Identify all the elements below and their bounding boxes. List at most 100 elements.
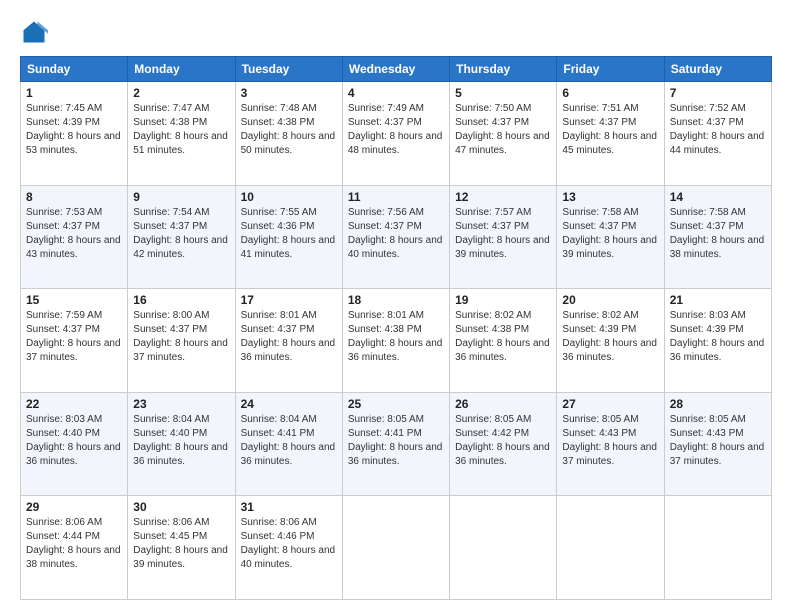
day-info: Sunrise: 8:05 AMSunset: 4:41 PMDaylight:… <box>348 414 443 467</box>
calendar-table: SundayMondayTuesdayWednesdayThursdayFrid… <box>20 56 772 600</box>
day-number: 17 <box>241 293 337 307</box>
calendar-cell <box>664 496 771 600</box>
calendar-cell <box>342 496 449 600</box>
day-info: Sunrise: 8:04 AMSunset: 4:40 PMDaylight:… <box>133 414 228 467</box>
calendar-cell: 13Sunrise: 7:58 AMSunset: 4:37 PMDayligh… <box>557 185 664 289</box>
calendar-cell: 15 Sunrise: 7:59 AMSunset: 4:37 PMDayligh… <box>21 289 128 393</box>
weekday-header-sunday: Sunday <box>21 57 128 82</box>
calendar-cell: 4 Sunrise: 7:49 AMSunset: 4:37 PMDaylight… <box>342 82 449 186</box>
day-info: Sunrise: 8:01 AMSunset: 4:37 PMDaylight:… <box>241 310 336 363</box>
day-info: Sunrise: 8:05 AMSunset: 4:43 PMDaylight:… <box>670 414 765 467</box>
day-info: Sunrise: 8:02 AMSunset: 4:39 PMDaylight:… <box>562 310 657 363</box>
logo-icon <box>20 18 48 46</box>
calendar-cell: 2 Sunrise: 7:47 AMSunset: 4:38 PMDaylight… <box>128 82 235 186</box>
calendar-cell: 12 Sunrise: 7:57 AMSunset: 4:37 PMDayligh… <box>450 185 557 289</box>
day-info: Sunrise: 7:59 AMSunset: 4:37 PMDaylight:… <box>26 310 121 363</box>
day-info: Sunrise: 8:02 AMSunset: 4:38 PMDaylight:… <box>455 310 550 363</box>
calendar-cell: 27Sunrise: 8:05 AMSunset: 4:43 PMDayligh… <box>557 392 664 496</box>
day-info: Sunrise: 8:00 AMSunset: 4:37 PMDaylight:… <box>133 310 228 363</box>
calendar-cell <box>450 496 557 600</box>
day-info: Sunrise: 8:05 AMSunset: 4:42 PMDaylight:… <box>455 414 550 467</box>
weekday-header-saturday: Saturday <box>664 57 771 82</box>
calendar-cell: 24 Sunrise: 8:04 AMSunset: 4:41 PMDayligh… <box>235 392 342 496</box>
calendar-cell: 17 Sunrise: 8:01 AMSunset: 4:37 PMDayligh… <box>235 289 342 393</box>
day-number: 1 <box>26 86 122 100</box>
day-info: Sunrise: 7:57 AMSunset: 4:37 PMDaylight:… <box>455 207 550 260</box>
day-info: Sunrise: 8:06 AMSunset: 4:44 PMDaylight:… <box>26 517 121 570</box>
weekday-header-tuesday: Tuesday <box>235 57 342 82</box>
weekday-header-wednesday: Wednesday <box>342 57 449 82</box>
calendar-cell <box>557 496 664 600</box>
calendar-cell: 6Sunrise: 7:51 AMSunset: 4:37 PMDaylight… <box>557 82 664 186</box>
calendar-cell: 19Sunrise: 8:02 AMSunset: 4:38 PMDayligh… <box>450 289 557 393</box>
day-number: 11 <box>348 190 444 204</box>
day-number: 16 <box>133 293 229 307</box>
day-number: 18 <box>348 293 444 307</box>
day-number: 2 <box>133 86 229 100</box>
day-number: 6 <box>562 86 658 100</box>
day-number: 8 <box>26 190 122 204</box>
calendar-cell: 30 Sunrise: 8:06 AMSunset: 4:45 PMDayligh… <box>128 496 235 600</box>
calendar-cell: 10Sunrise: 7:55 AMSunset: 4:36 PMDayligh… <box>235 185 342 289</box>
page: SundayMondayTuesdayWednesdayThursdayFrid… <box>0 0 792 612</box>
weekday-header-row: SundayMondayTuesdayWednesdayThursdayFrid… <box>21 57 772 82</box>
day-info: Sunrise: 8:03 AMSunset: 4:39 PMDaylight:… <box>670 310 765 363</box>
day-number: 29 <box>26 500 122 514</box>
calendar-cell: 14 Sunrise: 7:58 AMSunset: 4:37 PMDayligh… <box>664 185 771 289</box>
day-info: Sunrise: 8:06 AMSunset: 4:46 PMDaylight:… <box>241 517 336 570</box>
day-number: 27 <box>562 397 658 411</box>
day-number: 31 <box>241 500 337 514</box>
day-number: 5 <box>455 86 551 100</box>
calendar-cell: 26 Sunrise: 8:05 AMSunset: 4:42 PMDayligh… <box>450 392 557 496</box>
day-number: 23 <box>133 397 229 411</box>
week-row-2: 8 Sunrise: 7:53 AMSunset: 4:37 PMDaylight… <box>21 185 772 289</box>
day-number: 22 <box>26 397 122 411</box>
day-info: Sunrise: 7:58 AMSunset: 4:37 PMDaylight:… <box>670 207 765 260</box>
day-info: Sunrise: 7:53 AMSunset: 4:37 PMDaylight:… <box>26 207 121 260</box>
day-info: Sunrise: 7:55 AMSunset: 4:36 PMDaylight:… <box>241 207 336 260</box>
calendar-cell: 8 Sunrise: 7:53 AMSunset: 4:37 PMDaylight… <box>21 185 128 289</box>
day-number: 28 <box>670 397 766 411</box>
day-number: 25 <box>348 397 444 411</box>
day-info: Sunrise: 8:01 AMSunset: 4:38 PMDaylight:… <box>348 310 443 363</box>
day-number: 15 <box>26 293 122 307</box>
day-info: Sunrise: 8:03 AMSunset: 4:40 PMDaylight:… <box>26 414 121 467</box>
day-info: Sunrise: 8:04 AMSunset: 4:41 PMDaylight:… <box>241 414 336 467</box>
week-row-1: 1Sunrise: 7:45 AMSunset: 4:39 PMDaylight… <box>21 82 772 186</box>
week-row-4: 22 Sunrise: 8:03 AMSunset: 4:40 PMDayligh… <box>21 392 772 496</box>
day-info: Sunrise: 7:54 AMSunset: 4:37 PMDaylight:… <box>133 207 228 260</box>
day-number: 4 <box>348 86 444 100</box>
week-row-3: 15 Sunrise: 7:59 AMSunset: 4:37 PMDayligh… <box>21 289 772 393</box>
weekday-header-monday: Monday <box>128 57 235 82</box>
week-row-5: 29 Sunrise: 8:06 AMSunset: 4:44 PMDayligh… <box>21 496 772 600</box>
day-number: 12 <box>455 190 551 204</box>
day-number: 24 <box>241 397 337 411</box>
logo <box>20 18 52 46</box>
day-info: Sunrise: 7:47 AMSunset: 4:38 PMDaylight:… <box>133 103 228 156</box>
day-number: 9 <box>133 190 229 204</box>
day-number: 26 <box>455 397 551 411</box>
weekday-header-thursday: Thursday <box>450 57 557 82</box>
calendar-cell: 31 Sunrise: 8:06 AMSunset: 4:46 PMDayligh… <box>235 496 342 600</box>
day-number: 14 <box>670 190 766 204</box>
day-info: Sunrise: 7:49 AMSunset: 4:37 PMDaylight:… <box>348 103 443 156</box>
calendar-cell: 1Sunrise: 7:45 AMSunset: 4:39 PMDaylight… <box>21 82 128 186</box>
calendar-cell: 9 Sunrise: 7:54 AMSunset: 4:37 PMDaylight… <box>128 185 235 289</box>
calendar-cell: 28 Sunrise: 8:05 AMSunset: 4:43 PMDayligh… <box>664 392 771 496</box>
calendar-cell: 11Sunrise: 7:56 AMSunset: 4:37 PMDayligh… <box>342 185 449 289</box>
calendar-cell: 7Sunrise: 7:52 AMSunset: 4:37 PMDaylight… <box>664 82 771 186</box>
calendar-cell: 16 Sunrise: 8:00 AMSunset: 4:37 PMDayligh… <box>128 289 235 393</box>
calendar-cell: 23 Sunrise: 8:04 AMSunset: 4:40 PMDayligh… <box>128 392 235 496</box>
calendar-cell: 5 Sunrise: 7:50 AMSunset: 4:37 PMDaylight… <box>450 82 557 186</box>
calendar-cell: 22 Sunrise: 8:03 AMSunset: 4:40 PMDayligh… <box>21 392 128 496</box>
day-info: Sunrise: 7:50 AMSunset: 4:37 PMDaylight:… <box>455 103 550 156</box>
calendar-cell: 21Sunrise: 8:03 AMSunset: 4:39 PMDayligh… <box>664 289 771 393</box>
day-number: 20 <box>562 293 658 307</box>
weekday-header-friday: Friday <box>557 57 664 82</box>
day-number: 30 <box>133 500 229 514</box>
day-info: Sunrise: 8:06 AMSunset: 4:45 PMDaylight:… <box>133 517 228 570</box>
header <box>20 18 772 46</box>
day-info: Sunrise: 7:48 AMSunset: 4:38 PMDaylight:… <box>241 103 336 156</box>
day-number: 13 <box>562 190 658 204</box>
day-number: 3 <box>241 86 337 100</box>
